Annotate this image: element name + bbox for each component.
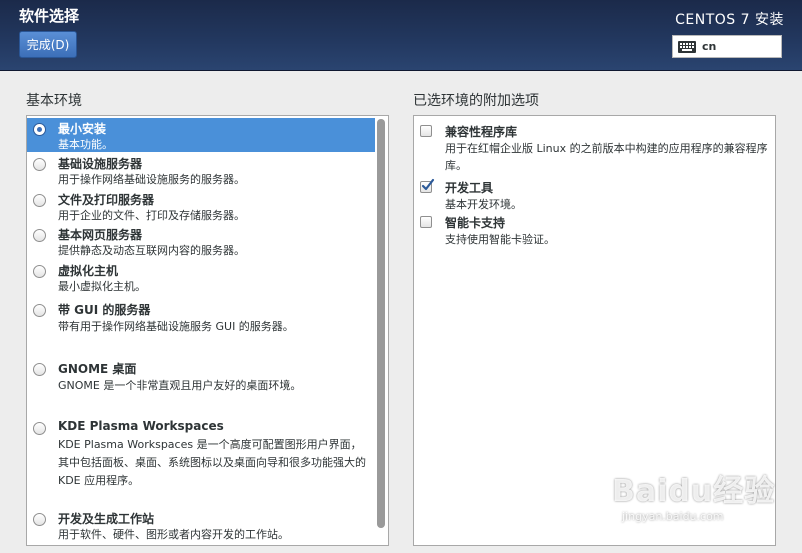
env-item-kde-plasma[interactable]: KDE Plasma Workspaces KDE Plasma Workspa…	[27, 417, 375, 501]
radio-button[interactable]	[33, 158, 46, 171]
done-button[interactable]: 完成(D)	[19, 31, 77, 58]
addon-item-compat-libraries[interactable]: 兼容性程序库 用于在红帽企业版 Linux 的之前版本中构建的应用程序的兼容程序…	[414, 121, 775, 176]
checkbox-checked[interactable]	[420, 178, 435, 193]
env-item-desc: KDE Plasma Workspaces 是一个高度可配置图形用户界面，其中包…	[58, 438, 366, 487]
env-item-virtualization-host[interactable]: 虚拟化主机 最小虚拟化主机。	[27, 260, 375, 295]
addon-item-desc: 支持使用智能卡验证。	[445, 233, 555, 246]
env-item-title: 文件及打印服务器	[58, 193, 155, 207]
radio-button[interactable]	[33, 265, 46, 278]
keyboard-layout-indicator[interactable]: cn	[672, 35, 782, 58]
env-item-title: 基本网页服务器	[58, 228, 143, 242]
env-item-desc: 用于软件、硬件、图形或者内容开发的工作站。	[58, 528, 289, 541]
radio-button[interactable]	[33, 304, 46, 317]
keyboard-icon	[678, 40, 696, 53]
addon-item-smartcard[interactable]: 智能卡支持 支持使用智能卡验证。	[414, 212, 775, 248]
addon-item-title: 智能卡支持	[445, 216, 506, 230]
env-item-server-with-gui[interactable]: 带 GUI 的服务器 带有用于操作网络基础设施服务 GUI 的服务器。	[27, 299, 375, 349]
addon-item-title: 兼容性程序库	[445, 125, 518, 139]
radio-button[interactable]	[33, 229, 46, 242]
header-bar: 软件选择 完成(D) CENTOS 7 安装 cn	[0, 0, 802, 71]
baidu-watermark: Baidu经验 jingyan.baidu.com	[612, 466, 792, 538]
env-item-desc: GNOME 是一个非常直观且用户友好的桌面环境。	[58, 379, 302, 392]
scrollbar-track[interactable]	[377, 119, 385, 528]
radio-button[interactable]	[33, 422, 46, 435]
env-item-desc: 最小虚拟化主机。	[58, 280, 146, 293]
install-title: CENTOS 7 安装	[675, 12, 784, 28]
addons-label: 已选环境的附加选项	[413, 93, 539, 109]
keyboard-layout-label: cn	[702, 40, 717, 53]
radio-button-selected[interactable]	[33, 123, 46, 136]
env-item-title: 虚拟化主机	[58, 264, 119, 278]
watermark-logo: Baidu经验	[612, 474, 776, 509]
radio-button[interactable]	[33, 363, 46, 376]
env-item-minimal[interactable]: 最小安装 基本功能。	[27, 118, 375, 152]
env-item-title: 带 GUI 的服务器	[58, 303, 151, 317]
radio-button[interactable]	[33, 194, 46, 207]
env-item-gnome-desktop[interactable]: GNOME 桌面 GNOME 是一个非常直观且用户友好的桌面环境。	[27, 358, 375, 408]
env-item-desc: 用于企业的文件、打印及存储服务器。	[58, 209, 245, 222]
base-env-label: 基本环境	[26, 93, 82, 109]
page-title: 软件选择	[19, 7, 80, 25]
env-item-web-server[interactable]: 基本网页服务器 提供静态及动态互联网内容的服务器。	[27, 224, 375, 259]
checkbox[interactable]	[420, 216, 432, 228]
radio-button[interactable]	[33, 513, 46, 526]
env-item-infrastructure-server[interactable]: 基础设施服务器 用于操作网络基础设施服务的服务器。	[27, 153, 375, 188]
env-item-desc: 带有用于操作网络基础设施服务 GUI 的服务器。	[58, 320, 294, 333]
env-item-title: GNOME 桌面	[58, 362, 137, 376]
scrollbar-thumb[interactable]	[377, 119, 385, 528]
watermark-url: jingyan.baidu.com	[622, 510, 724, 523]
env-item-title: 基础设施服务器	[58, 157, 143, 171]
base-env-list: 最小安装 基本功能。 基础设施服务器 用于操作网络基础设施服务的服务器。 文件及…	[26, 115, 389, 546]
env-item-desc: 提供静态及动态互联网内容的服务器。	[58, 244, 245, 257]
env-item-title: 最小安装	[58, 122, 107, 136]
addon-item-desc: 用于在红帽企业版 Linux 的之前版本中构建的应用程序的兼容程序库。	[445, 142, 768, 172]
addon-item-dev-tools[interactable]: 开发工具 基本开发环境。	[414, 177, 775, 213]
env-item-file-print-server[interactable]: 文件及打印服务器 用于企业的文件、打印及存储服务器。	[27, 189, 375, 224]
env-item-development-workstation[interactable]: 开发及生成工作站 用于软件、硬件、图形或者内容开发的工作站。	[27, 508, 375, 545]
env-item-desc: 基本功能。	[58, 138, 113, 151]
env-item-desc: 用于操作网络基础设施服务的服务器。	[58, 173, 245, 186]
env-item-title: 开发及生成工作站	[58, 512, 155, 526]
check-icon	[421, 178, 435, 191]
addon-item-title: 开发工具	[445, 181, 494, 195]
checkbox[interactable]	[420, 125, 432, 137]
env-item-title: KDE Plasma Workspaces	[58, 419, 224, 433]
addon-item-desc: 基本开发环境。	[445, 198, 522, 211]
